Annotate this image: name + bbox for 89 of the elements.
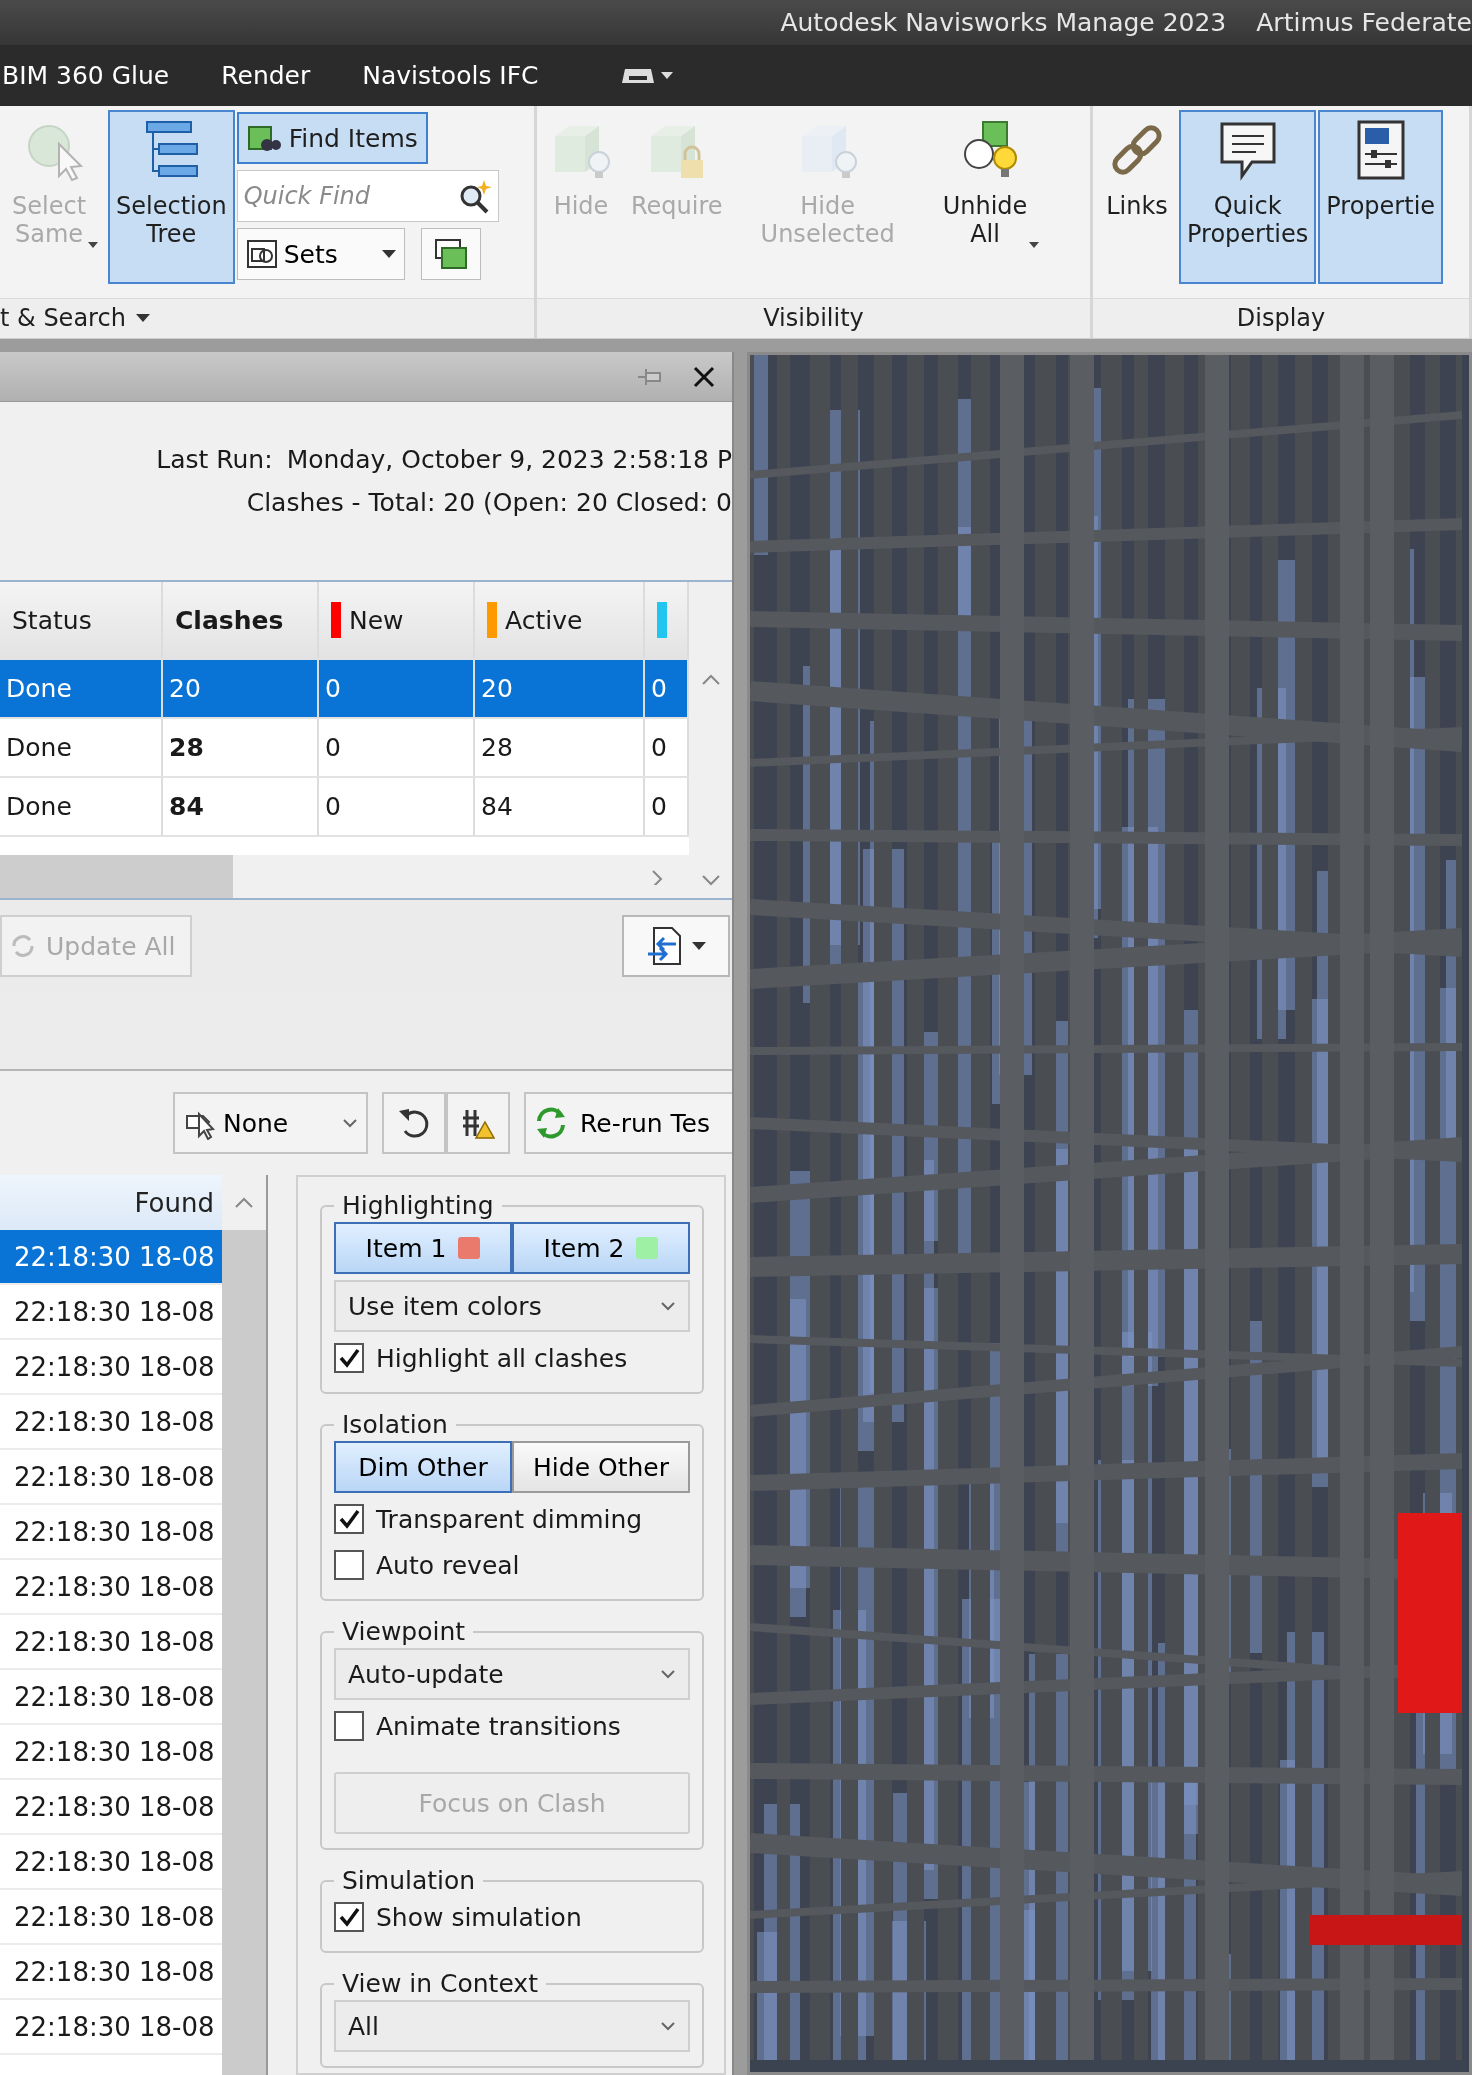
undo-arrow-icon	[397, 1107, 431, 1139]
last-run-label: Last Run:	[156, 445, 273, 474]
checkbox-label: Animate transitions	[376, 1711, 621, 1741]
checkbox[interactable]	[334, 1504, 364, 1534]
document-title: Artimus Federate	[1256, 8, 1472, 37]
undo-button[interactable]	[382, 1092, 446, 1154]
panel-title: t & Search	[0, 304, 126, 333]
checkbox[interactable]	[334, 1902, 364, 1932]
table-cell: 20	[163, 660, 319, 717]
column-header[interactable]: New	[319, 582, 475, 658]
ribbon-button[interactable]: Links	[1097, 110, 1177, 284]
result-row[interactable]: 22:18:30 18-08	[0, 1230, 222, 1285]
chevron-icon	[342, 1118, 358, 1128]
column-header[interactable]: Status	[0, 582, 163, 658]
ribbon-button[interactable]: Quick Properties	[1179, 110, 1317, 284]
stacked-windows-icon	[433, 238, 468, 270]
table-cell: Done	[0, 778, 163, 835]
caret-icon	[1029, 242, 1040, 248]
ribbon-tab[interactable]: BIM 360 Glue	[2, 61, 170, 90]
scrollbar-thumb[interactable]	[0, 855, 233, 898]
close-icon	[693, 365, 715, 388]
clash-summary: Clashes - Total: 20 (Open: 20 Closed: 0	[246, 488, 732, 517]
chevron-icon	[660, 2021, 676, 2031]
refresh-icon	[534, 1106, 568, 1140]
table-cell: 84	[163, 778, 319, 835]
table-row[interactable]: Done 84 0 84 0	[0, 778, 689, 837]
caret-icon	[692, 942, 706, 950]
group-title: Isolation	[341, 1410, 449, 1439]
export-document-icon	[646, 926, 682, 966]
group-title: Simulation	[341, 1866, 477, 1895]
ribbon-tab[interactable]: Render	[221, 61, 311, 90]
table-cell: 20	[475, 660, 645, 717]
checkbox[interactable]	[334, 1550, 364, 1580]
dropdown[interactable]: All	[334, 2000, 690, 2052]
table-cell: 84	[475, 778, 645, 835]
caret-icon	[88, 242, 99, 248]
caret-icon	[381, 250, 396, 258]
panel-title: Display	[1236, 304, 1326, 333]
checkbox-label: Show simulation	[376, 1902, 582, 1932]
find-items-button[interactable]: Find Items	[236, 112, 428, 164]
dropdown[interactable]: Auto-update	[334, 1648, 690, 1700]
refresh-icon	[10, 932, 36, 960]
cube-binoculars-icon	[246, 123, 281, 153]
table-row[interactable]: Done 28 0 28 0	[0, 719, 689, 778]
assign-dropdown[interactable]: None	[173, 1092, 368, 1154]
group-title: Highlighting	[341, 1191, 495, 1220]
panel-title: Visibility	[763, 304, 864, 333]
checkbox-label: Auto reveal	[376, 1550, 520, 1580]
checkbox[interactable]	[334, 1711, 364, 1741]
column-header[interactable]: Found	[0, 1175, 222, 1230]
chevron-icon	[660, 1301, 676, 1311]
table-cell: Done	[0, 660, 163, 717]
group-title: View in Context	[341, 1969, 539, 1998]
ribbon-button[interactable]: Selection Tree	[108, 110, 235, 284]
quick-find-field[interactable]: Quick Find	[236, 170, 499, 222]
checkbox-label: Transparent dimming	[376, 1504, 643, 1534]
toggle-button[interactable]: Dim Other	[334, 1441, 512, 1493]
caret-icon	[135, 314, 150, 323]
table-cell: 0	[319, 719, 475, 776]
table-cell: 28	[163, 719, 319, 776]
column-header[interactable]: Active	[475, 582, 645, 658]
column-header[interactable]: Clashes	[163, 582, 319, 658]
sets-icon	[245, 239, 278, 269]
table-row[interactable]: Done 20 0 20 0	[0, 660, 689, 719]
stacked-windows-button[interactable]	[420, 228, 481, 280]
table-cell: Done	[0, 719, 163, 776]
group-title: Viewpoint	[341, 1617, 467, 1646]
last-run-value: Monday, October 9, 2023 2:58:18 P	[286, 445, 732, 474]
chevron-icon	[660, 1669, 676, 1679]
dropdown[interactable]: Use item colors	[334, 1280, 690, 1332]
table-cell: 0	[319, 778, 475, 835]
rerun-test-button[interactable]: Re-run Tes	[524, 1092, 732, 1154]
table-cell: 28	[475, 719, 645, 776]
checkbox[interactable]	[334, 1343, 364, 1373]
chevron-icon	[700, 872, 721, 888]
ribbon-tab[interactable]: Navistools IFC	[362, 61, 539, 90]
table-cell: 0	[319, 660, 475, 717]
sets-dropdown[interactable]: Sets	[236, 228, 405, 280]
export-button[interactable]	[622, 915, 730, 977]
warning-tool-button[interactable]	[446, 1092, 510, 1154]
checkbox-label: Highlight all clashes	[376, 1343, 628, 1373]
ribbon-button[interactable]: Propertie	[1318, 110, 1444, 284]
toggle-button[interactable]: Item 2	[512, 1222, 690, 1274]
ribbon-button[interactable]: Unhide All	[934, 110, 1048, 284]
caret-icon	[660, 72, 673, 79]
window-title: Autodesk Navisworks Manage 2023	[780, 8, 1227, 37]
toggle-button[interactable]: Item 1	[334, 1222, 512, 1274]
toggle-button[interactable]: Hide Other	[512, 1441, 690, 1493]
tray-icon	[620, 66, 655, 85]
